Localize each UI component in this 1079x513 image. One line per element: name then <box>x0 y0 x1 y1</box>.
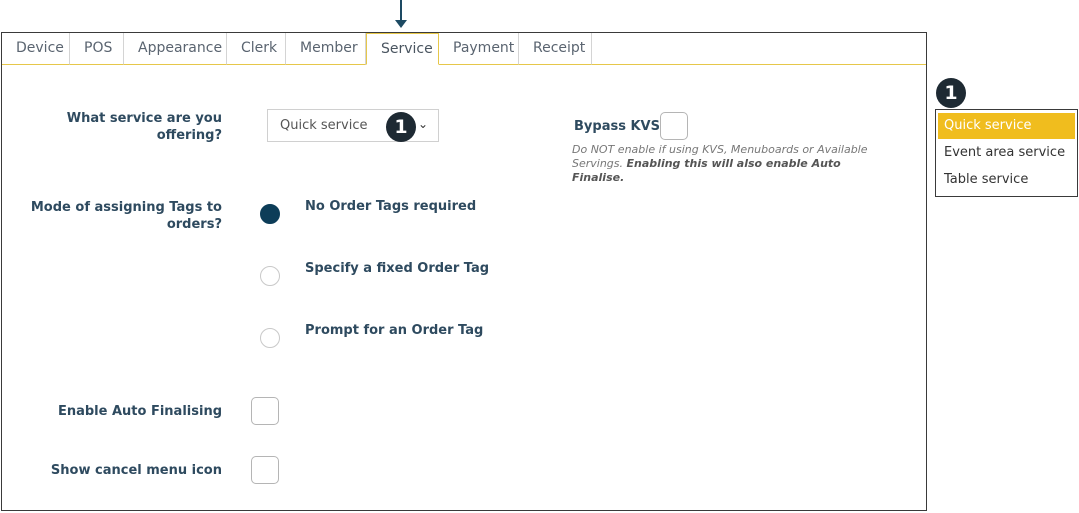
auto-finalising-checkbox[interactable] <box>251 397 279 425</box>
cancel-icon-label: Show cancel menu icon <box>50 463 222 478</box>
tab-receipt[interactable]: Receipt <box>519 33 592 65</box>
service-select-value: Quick service <box>280 118 368 133</box>
radio-label-no-order-tags: No Order Tags required <box>305 199 477 214</box>
tab-member[interactable]: Member <box>286 33 366 65</box>
tab-appearance[interactable]: Appearance <box>124 33 227 65</box>
service-label-line1: What service are you <box>66 111 222 126</box>
auto-finalising-label: Enable Auto Finalising <box>57 404 222 419</box>
dropdown-option-quick-service[interactable]: Quick service <box>938 113 1075 139</box>
callout-badge: 1 <box>386 112 416 142</box>
dropdown-option-table-service[interactable]: Table service <box>938 167 1075 193</box>
tab-pos[interactable]: POS <box>70 33 124 65</box>
tags-label: Mode of assigning Tags to orders? <box>22 199 222 233</box>
dropdown-callout-badge: 1 <box>936 78 966 108</box>
pointer-arrow-head <box>395 20 407 28</box>
service-label-line2: offering? <box>156 128 222 143</box>
cancel-icon-checkbox[interactable] <box>251 456 279 484</box>
tab-service[interactable]: Service <box>366 33 439 65</box>
tags-label-line2: orders? <box>166 217 222 232</box>
settings-panel: Device POS Appearance Clerk Member Servi… <box>1 32 927 511</box>
tab-clerk[interactable]: Clerk <box>227 33 286 65</box>
bypass-kvs-checkbox[interactable] <box>660 112 688 140</box>
service-dropdown-list: Quick service Event area service Table s… <box>935 109 1078 197</box>
tab-payment[interactable]: Payment <box>439 33 519 65</box>
pointer-arrow-line <box>400 0 402 22</box>
bypass-kvs-hint: Do NOT enable if using KVS, Menuboards o… <box>572 143 892 185</box>
radio-label-fixed-order-tag: Specify a fixed Order Tag <box>305 261 490 276</box>
tab-bar: Device POS Appearance Clerk Member Servi… <box>2 33 592 65</box>
radio-fixed-order-tag[interactable] <box>260 266 280 286</box>
dropdown-option-event-area-service[interactable]: Event area service <box>938 140 1075 166</box>
tab-device[interactable]: Device <box>2 33 70 65</box>
bypass-kvs-label: Bypass KVS <box>574 119 660 134</box>
tags-label-line1: Mode of assigning Tags to <box>30 200 222 215</box>
radio-prompt-order-tag[interactable] <box>260 328 280 348</box>
radio-label-prompt-order-tag: Prompt for an Order Tag <box>305 323 484 338</box>
service-label: What service are you offering? <box>42 110 222 144</box>
radio-no-order-tags[interactable] <box>260 204 280 224</box>
tab-underline <box>592 64 926 65</box>
chevron-down-icon: ⌄ <box>417 117 428 131</box>
